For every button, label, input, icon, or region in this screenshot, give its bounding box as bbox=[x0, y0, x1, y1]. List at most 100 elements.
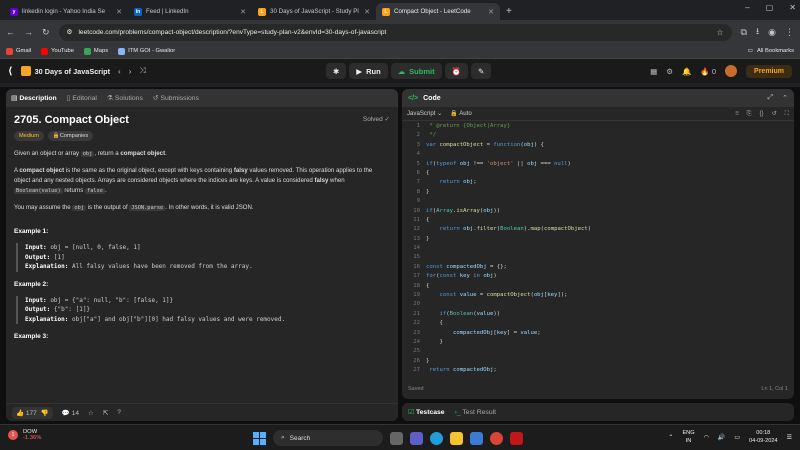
downloads-icon[interactable]: ⭳ bbox=[756, 24, 759, 40]
language-indicator[interactable]: ENG IN bbox=[682, 429, 694, 445]
code-line[interactable]: 19 const value = compactObject(obj[key])… bbox=[402, 291, 794, 300]
prev-icon[interactable]: ‹ bbox=[118, 67, 121, 76]
widgets-ticker[interactable]: 1 DOW -1.36% bbox=[8, 429, 41, 441]
share-icon[interactable]: ⇱ bbox=[103, 409, 108, 417]
autocomplete-toggle[interactable]: 🔒 Auto bbox=[450, 110, 472, 117]
bookmark-gmail[interactable]: Gmail bbox=[6, 47, 31, 55]
all-bookmarks[interactable]: ▭ All Bookmarks bbox=[747, 48, 794, 54]
back-icon[interactable]: ← bbox=[6, 27, 15, 37]
run-button[interactable]: ▶ Run bbox=[349, 63, 388, 79]
browser-tab[interactable]: y linkedin login - Yahoo India Se ✕ bbox=[4, 3, 128, 20]
address-bar[interactable]: ⚙ leetcode.com/problems/compact-object/d… bbox=[58, 23, 732, 41]
windows-start-icon[interactable] bbox=[253, 431, 266, 445]
menu-icon[interactable]: ⋮ bbox=[785, 27, 794, 38]
fullscreen-icon[interactable]: ⛶ bbox=[785, 110, 789, 118]
difficulty-badge[interactable]: Medium bbox=[14, 131, 44, 141]
code-line[interactable]: 26} bbox=[402, 357, 794, 366]
format-icon[interactable]: ≡ bbox=[735, 110, 739, 118]
volume-icon[interactable]: 🔊 bbox=[718, 434, 725, 441]
next-icon[interactable]: › bbox=[129, 67, 132, 76]
streak-counter[interactable]: 🔥 0 bbox=[700, 67, 716, 76]
favorite-star-icon[interactable]: ☆ bbox=[88, 409, 94, 417]
taskbar-search[interactable]: ⌕ Search bbox=[273, 430, 383, 446]
settings-icon[interactable]: ⚙ bbox=[666, 67, 673, 76]
code-line[interactable]: 16 const compactedObj = {}; bbox=[402, 263, 794, 272]
companies-tag[interactable]: 🔒 Companies bbox=[47, 131, 94, 141]
file-explorer-icon[interactable] bbox=[450, 431, 463, 445]
code-line[interactable]: 27 return compactedObj; bbox=[402, 366, 794, 375]
code-line[interactable]: 13} bbox=[402, 235, 794, 244]
study-plan-link[interactable]: 30 Days of JavaScript bbox=[20, 66, 110, 76]
submit-button[interactable]: ☁ Submit bbox=[390, 63, 442, 79]
comments-button[interactable]: 💬 14 bbox=[62, 409, 79, 417]
code-line[interactable]: 22 { bbox=[402, 319, 794, 328]
bell-icon[interactable]: 🔔 bbox=[682, 67, 691, 76]
maximize-panel-icon[interactable]: ⤢ bbox=[768, 94, 774, 102]
code-line[interactable]: 17 for(const key in obj) bbox=[402, 272, 794, 281]
braces-icon[interactable]: {} bbox=[760, 110, 764, 118]
site-info-icon[interactable]: ⚙ bbox=[67, 28, 73, 36]
chevron-up-icon[interactable]: ⌃ bbox=[668, 434, 673, 441]
battery-icon[interactable]: ▭ bbox=[734, 434, 740, 441]
code-line[interactable]: 10 if(Array.isArray(obj)) bbox=[402, 207, 794, 216]
code-line[interactable]: 9 bbox=[402, 197, 794, 206]
code-line[interactable]: 18 { bbox=[402, 282, 794, 291]
like-button[interactable]: 👍 177 bbox=[16, 409, 37, 417]
code-line[interactable]: 14 bbox=[402, 244, 794, 253]
code-editor[interactable]: 1 * @return {Object|Array} 2 */3 var compa… bbox=[402, 121, 794, 383]
profile-icon[interactable]: ◉ bbox=[768, 27, 776, 38]
teams-icon[interactable] bbox=[410, 431, 423, 445]
clock[interactable]: 00:18 04-09-2024 bbox=[749, 429, 778, 445]
avatar[interactable] bbox=[725, 65, 738, 77]
collapse-panel-icon[interactable]: ⌃ bbox=[782, 94, 788, 102]
code-line[interactable]: 2 */ bbox=[402, 131, 794, 140]
browser-tab[interactable]: L 30 Days of JavaScript - Study Pl ✕ bbox=[252, 3, 376, 20]
dislike-button[interactable]: 👎 bbox=[41, 409, 49, 417]
code-line[interactable]: 6{ bbox=[402, 169, 794, 178]
code-line[interactable]: 11 { bbox=[402, 216, 794, 225]
leetcode-logo-icon[interactable]: ⟨ bbox=[8, 66, 13, 77]
code-line[interactable]: 12 return obj.filter(Boolean).map(compac… bbox=[402, 225, 794, 234]
code-line[interactable]: 4 bbox=[402, 150, 794, 159]
reset-icon[interactable]: ↺ bbox=[772, 110, 777, 118]
code-line[interactable]: 7 return obj; bbox=[402, 178, 794, 187]
code-line[interactable]: 24 } bbox=[402, 338, 794, 347]
layout-icon[interactable]: ▦ bbox=[650, 67, 657, 76]
store-icon[interactable] bbox=[470, 431, 483, 445]
code-line[interactable]: 5 if(typeof obj !== 'object' || obj === n… bbox=[402, 160, 794, 169]
code-line[interactable]: 25 bbox=[402, 347, 794, 356]
code-line[interactable]: 1 * @return {Object|Array} bbox=[402, 122, 794, 131]
code-line[interactable]: 8} bbox=[402, 188, 794, 197]
premium-button[interactable]: Premium bbox=[746, 64, 792, 78]
wifi-icon[interactable]: ◠ bbox=[704, 434, 709, 441]
timer-button[interactable]: ⏰ bbox=[444, 63, 468, 79]
close-icon[interactable]: ✕ bbox=[240, 8, 246, 16]
new-tab-icon[interactable]: + bbox=[500, 6, 518, 20]
notification-icon[interactable]: ☰ bbox=[787, 434, 792, 441]
mcafee-icon[interactable] bbox=[510, 431, 523, 445]
code-line[interactable]: 20 bbox=[402, 300, 794, 309]
tab-submissions[interactable]: ↺ Submissions bbox=[153, 94, 199, 102]
notes-button[interactable]: ✎ bbox=[470, 63, 492, 79]
task-view-icon[interactable] bbox=[390, 431, 403, 445]
tab-test-result[interactable]: ›_ Test Result bbox=[455, 409, 496, 416]
code-line[interactable]: 23 compactedObj[key] = value; bbox=[402, 329, 794, 338]
code-line[interactable]: 15 bbox=[402, 253, 794, 262]
extensions-icon[interactable]: ⧉ bbox=[741, 27, 747, 38]
help-icon[interactable]: ? bbox=[117, 409, 121, 416]
bookmark-star-icon[interactable]: ☆ bbox=[716, 28, 723, 37]
tab-description[interactable]: ▤ Description bbox=[11, 94, 57, 102]
code-line[interactable]: 21 if(Boolean(value)) bbox=[402, 310, 794, 319]
tab-editorial[interactable]: ▯ Editorial bbox=[67, 94, 97, 102]
bookmark-youtube[interactable]: YouTube bbox=[41, 47, 74, 55]
language-select[interactable]: JavaScript ⌄ bbox=[407, 110, 442, 117]
forward-icon[interactable]: → bbox=[24, 27, 33, 37]
bookmark-itm[interactable]: ITM GOI - Gwalior bbox=[118, 47, 175, 55]
reload-icon[interactable]: ↻ bbox=[42, 27, 50, 38]
browser-tab-active[interactable]: L Compact Object - LeetCode ✕ bbox=[376, 3, 500, 20]
maximize-icon[interactable]: ▢ bbox=[766, 3, 774, 12]
edge-icon[interactable] bbox=[430, 431, 443, 445]
bookmark-maps[interactable]: Maps bbox=[83, 47, 108, 55]
browser-tab[interactable]: in Feed | LinkedIn ✕ bbox=[128, 3, 252, 20]
bookmark-icon[interactable]: ⎘ bbox=[747, 110, 752, 118]
